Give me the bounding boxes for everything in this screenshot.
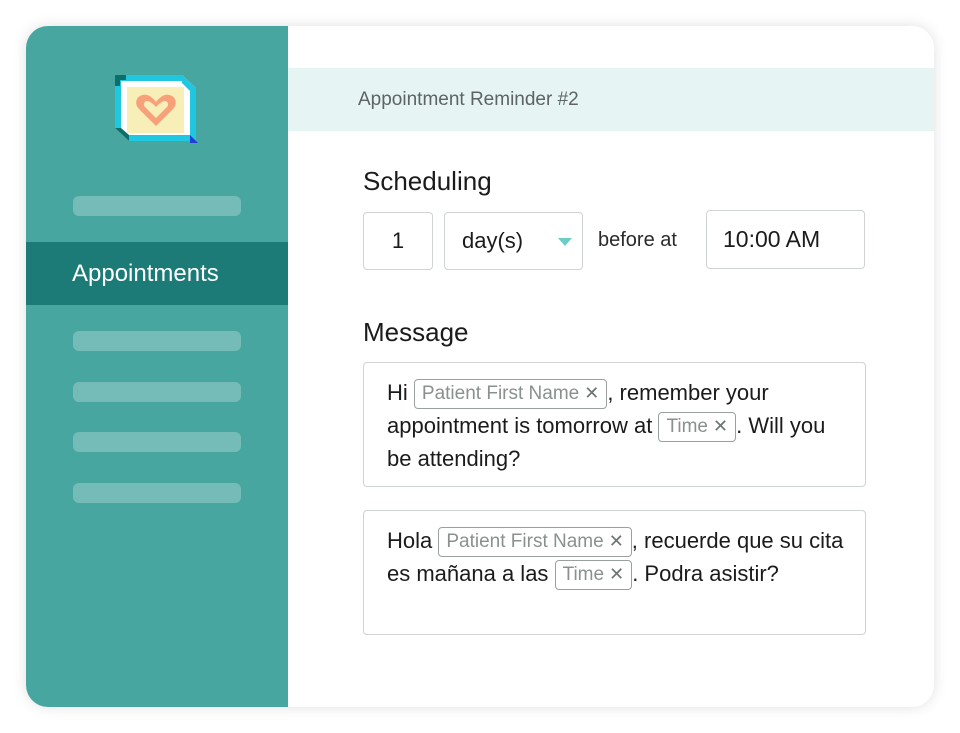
english-greeting: Hi <box>387 380 408 405</box>
english-message-box[interactable]: Hi Patient First Name ✕, remember your ap… <box>363 362 866 487</box>
time-unit-value: day(s) <box>462 228 524 253</box>
days-amount-value: 1 <box>391 228 405 253</box>
remove-tag-icon[interactable]: ✕ <box>584 383 599 403</box>
spanish-end-text: . Podra asistir? <box>632 561 779 587</box>
remove-tag-icon[interactable]: ✕ <box>713 416 728 436</box>
main-panel: Appointment Reminder #2 Scheduling 1 day… <box>288 26 934 707</box>
time-tag[interactable]: Time ✕ <box>658 412 737 443</box>
dropdown-arrow-icon <box>558 238 572 246</box>
remove-tag-icon[interactable]: ✕ <box>609 564 624 584</box>
app-card: Appointments Appointment Reminder #2 Sch… <box>26 26 934 707</box>
remove-tag-icon[interactable]: ✕ <box>609 531 624 551</box>
nav-item-appointments[interactable]: Appointments <box>26 242 288 305</box>
spanish-greeting: Hola <box>387 528 433 553</box>
days-amount-input[interactable]: 1 <box>363 212 433 270</box>
scheduling-heading: Scheduling <box>363 166 492 196</box>
nav-item-appointments-label: Appointments <box>72 259 219 287</box>
patient-name-tag[interactable]: Patient First Name ✕ <box>438 527 632 558</box>
nav-item-placeholder-1[interactable] <box>73 196 241 216</box>
patient-name-tag-label: Patient First Name <box>446 531 604 553</box>
heart-calendar-logo-icon <box>115 75 198 143</box>
time-tag-label: Time <box>666 416 708 438</box>
time-input[interactable]: 10:00 AM <box>706 210 865 269</box>
reminder-title: Appointment Reminder #2 <box>358 88 579 110</box>
patient-name-tag[interactable]: Patient First Name ✕ <box>413 379 608 410</box>
time-value: 10:00 AM <box>723 226 821 252</box>
nav-item-placeholder-2[interactable] <box>73 331 241 351</box>
spanish-message-box[interactable]: Hola Patient First Name ✕, recuerde que s… <box>363 510 866 635</box>
time-tag[interactable]: Time ✕ <box>554 560 633 591</box>
nav-item-placeholder-5[interactable] <box>73 483 241 503</box>
sidebar: Appointments <box>26 26 288 707</box>
reminder-header: Appointment Reminder #2 <box>288 68 934 131</box>
time-unit-select[interactable]: day(s) <box>444 212 583 270</box>
nav-item-placeholder-4[interactable] <box>73 432 241 452</box>
time-tag-label: Time <box>562 564 605 586</box>
nav-item-placeholder-3[interactable] <box>73 382 241 402</box>
message-heading: Message <box>363 317 469 347</box>
before-at-label: before at <box>598 229 677 251</box>
patient-name-tag-label: Patient First Name <box>421 383 580 405</box>
